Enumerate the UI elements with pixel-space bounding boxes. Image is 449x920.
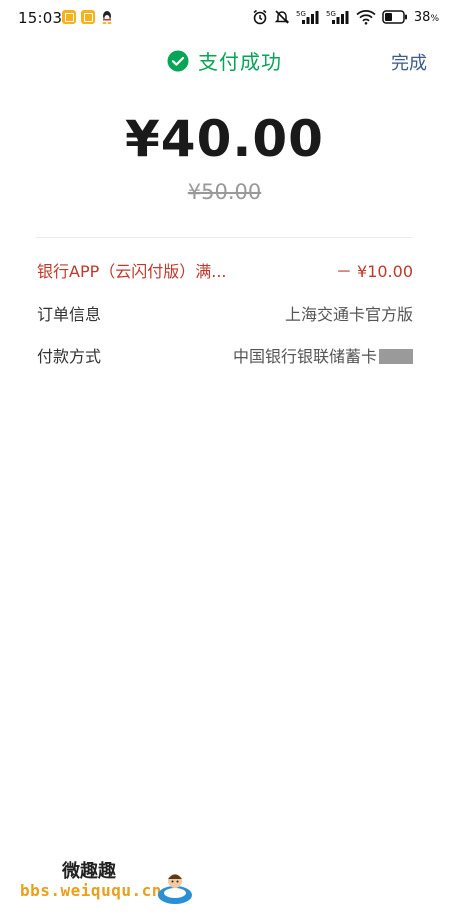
notes-app-icon bbox=[62, 10, 76, 24]
clipboard-app-icon bbox=[81, 10, 95, 24]
svg-text:5G: 5G bbox=[296, 10, 306, 18]
original-amount: ¥50.00 bbox=[187, 180, 262, 204]
payment-method-value-wrap: 中国银行银联储蓄卡 bbox=[233, 343, 413, 367]
order-info-row[interactable]: 订单信息 上海交通卡官方版 bbox=[37, 301, 413, 325]
system-icons: 5G 5G 38% bbox=[252, 9, 439, 25]
svg-text:5G: 5G bbox=[326, 10, 336, 18]
notification-icons bbox=[62, 10, 114, 24]
payment-method-label: 付款方式 bbox=[37, 347, 102, 366]
status-bar: 15:03 5G 5G 38% bbox=[0, 0, 449, 38]
divider bbox=[36, 237, 413, 238]
battery-percentage: 38% bbox=[413, 9, 439, 25]
done-button[interactable]: 完成 bbox=[391, 49, 427, 75]
payment-method-value: 中国银行银联储蓄卡 bbox=[232, 347, 377, 366]
payment-success-page: 15:03 5G 5G 38% 支付成功 完成 ¥40.00 ¥50.00 银行… bbox=[0, 0, 449, 920]
mute-icon bbox=[274, 10, 290, 24]
alarm-icon bbox=[253, 9, 267, 25]
watermark-title: 微趣趣 bbox=[62, 861, 116, 882]
status-time: 15:03 bbox=[18, 9, 63, 27]
success-check-icon bbox=[167, 50, 189, 71]
signal-5g-icon: 5G bbox=[296, 10, 319, 24]
mascot-logo-icon bbox=[158, 874, 192, 904]
battery-icon bbox=[382, 10, 407, 24]
header: 支付成功 bbox=[0, 46, 449, 75]
masked-card-number bbox=[379, 349, 413, 364]
discount-row[interactable]: 银行APP（云闪付版）满... － ¥10.00 bbox=[37, 258, 413, 282]
signal-5g-icon: 5G bbox=[326, 10, 349, 24]
discount-value: － ¥10.00 bbox=[335, 262, 413, 281]
order-info-label: 订单信息 bbox=[37, 305, 102, 324]
site-watermark: 微趣趣 bbs.weiququ.cn bbox=[20, 855, 205, 910]
page-title: 支付成功 bbox=[198, 50, 282, 74]
watermark-url: bbs.weiququ.cn bbox=[20, 881, 162, 900]
wifi-icon bbox=[356, 10, 376, 25]
payment-method-row: 付款方式 中国银行银联储蓄卡 bbox=[37, 343, 413, 367]
qq-icon bbox=[102, 11, 112, 24]
paid-amount: ¥40.00 bbox=[125, 110, 324, 168]
order-info-value: 上海交通卡官方版 bbox=[284, 305, 413, 324]
discount-label: 银行APP（云闪付版）满... bbox=[37, 262, 227, 281]
